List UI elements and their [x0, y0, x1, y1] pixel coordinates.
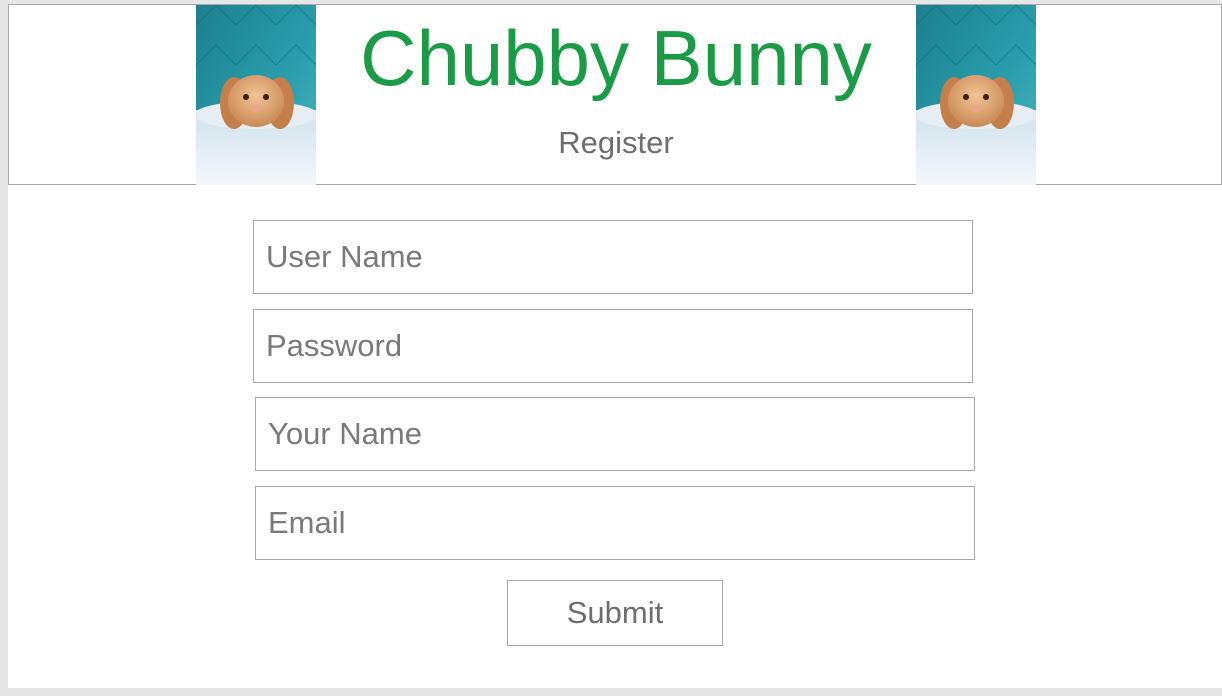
submit-button[interactable]: Submit — [507, 580, 723, 646]
bunny-photo-right — [916, 5, 1036, 185]
page: Chubby Bunny Register User Name Your Nam… — [8, 4, 1222, 688]
email-input[interactable] — [255, 486, 975, 560]
bunny-photo-left — [196, 5, 316, 185]
username-input[interactable] — [253, 220, 973, 294]
page-subtitle: Register — [558, 125, 674, 160]
site-header: Chubby Bunny Register — [8, 4, 1222, 185]
password-input[interactable] — [253, 309, 973, 383]
site-title: Chubby Bunny — [360, 14, 872, 102]
your-name-input[interactable] — [255, 397, 975, 471]
